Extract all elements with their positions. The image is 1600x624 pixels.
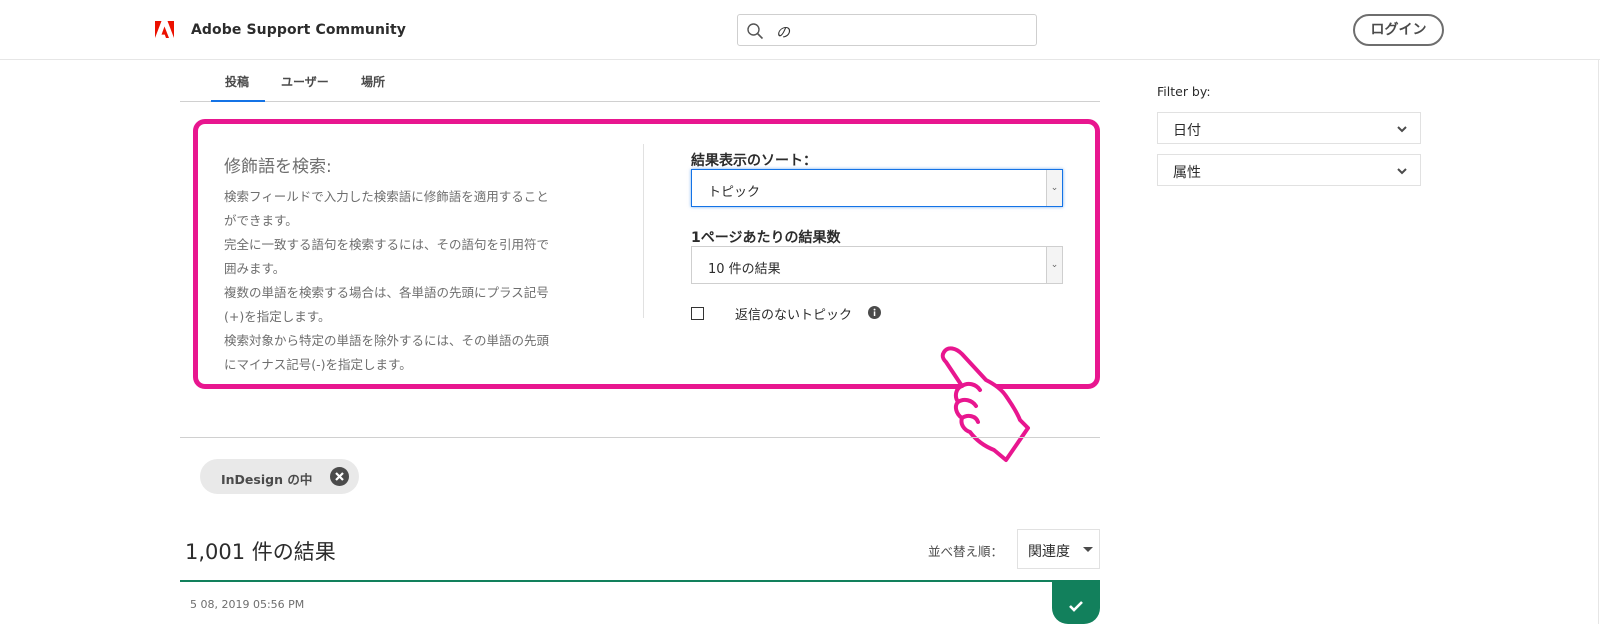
post-date: 5 08, 2019 05:56 PM [190,598,305,611]
sort-select-value: トピック [708,185,761,200]
checkmark-icon [1069,601,1083,612]
caret-down-icon [1083,547,1093,552]
tab-posts[interactable]: 投稿 [225,73,249,90]
tab-users[interactable]: ユーザー [281,73,329,90]
search-tabs: 投稿 ユーザー 場所 [180,62,1100,102]
sort-by-dropdown[interactable]: 関連度 [1017,529,1100,569]
info-icon[interactable] [868,306,881,319]
facet-attribute-label: 属性 [1173,165,1201,181]
help-line: 検索フィールドで入力した検索語に修飾語を適用すること [224,189,549,204]
search-input[interactable]: の [737,14,1037,46]
help-line: 囲みます。 [224,261,286,276]
per-page-select-value: 10 件の結果 [708,262,781,277]
facet-date-label: 日付 [1173,123,1201,139]
active-tab-indicator [211,100,265,102]
tab-places[interactable]: 場所 [361,73,385,90]
pointing-hand-icon [940,346,1030,462]
chevron-down-icon [1397,168,1407,175]
adobe-logo-icon[interactable] [155,21,174,38]
per-page-label: 1ページあたりの結果数 [691,230,841,246]
sort-label: 結果表示のソート： [691,153,817,169]
help-line: 検索対象から特定の単語を除外するには、その単語の先頭 [224,333,550,348]
help-text: 検索フィールドで入力した検索語に修飾語を適用すること ができます。 完全に一致す… [224,185,594,377]
top-header: Adobe Support Community の ログイン [0,0,1600,60]
sort-by-value: 関連度 [1028,544,1070,560]
page-edge-divider [1598,60,1599,624]
help-line: ができます。 [224,213,298,228]
sort-by-label: 並べ替え順： [928,544,1004,559]
solved-post-border [180,580,1100,582]
chevron-down-icon: ⌄ [1046,247,1062,283]
search-value: の [776,25,790,41]
brand-name[interactable]: Adobe Support Community [191,22,406,38]
no-reply-checkbox[interactable] [691,307,704,320]
section-separator [180,437,1100,438]
help-line: (+)を指定します。 [224,309,331,324]
chevron-down-icon: ⌄ [1046,170,1062,206]
sort-select[interactable]: トピック ⌄ [691,169,1063,207]
facet-date[interactable]: 日付 [1157,112,1421,144]
help-line: 複数の単語を検索する場合は、各単語の先頭にプラス記号 [224,285,549,300]
panel-divider [643,144,644,318]
search-icon [747,23,764,40]
help-title: 修飾語を検索: [224,157,332,177]
facet-attribute[interactable]: 属性 [1157,154,1421,186]
filter-chip: InDesign の中 [200,459,359,494]
chevron-down-icon [1397,126,1407,133]
no-reply-label[interactable]: 返信のないトピック [735,304,852,323]
help-line: にマイナス記号(-)を指定します。 [224,357,412,372]
per-page-select[interactable]: 10 件の結果 ⌄ [691,246,1063,284]
help-line: 完全に一致する語句を検索するには、その語句を引用符で [224,237,550,252]
login-button[interactable]: ログイン [1353,14,1444,46]
solved-badge [1052,582,1100,624]
results-count: 1,001 件の結果 [185,540,336,564]
remove-filter-icon[interactable] [330,467,349,486]
filter-chip-label: InDesign の中 [221,472,313,487]
filter-title: Filter by: [1157,84,1211,99]
